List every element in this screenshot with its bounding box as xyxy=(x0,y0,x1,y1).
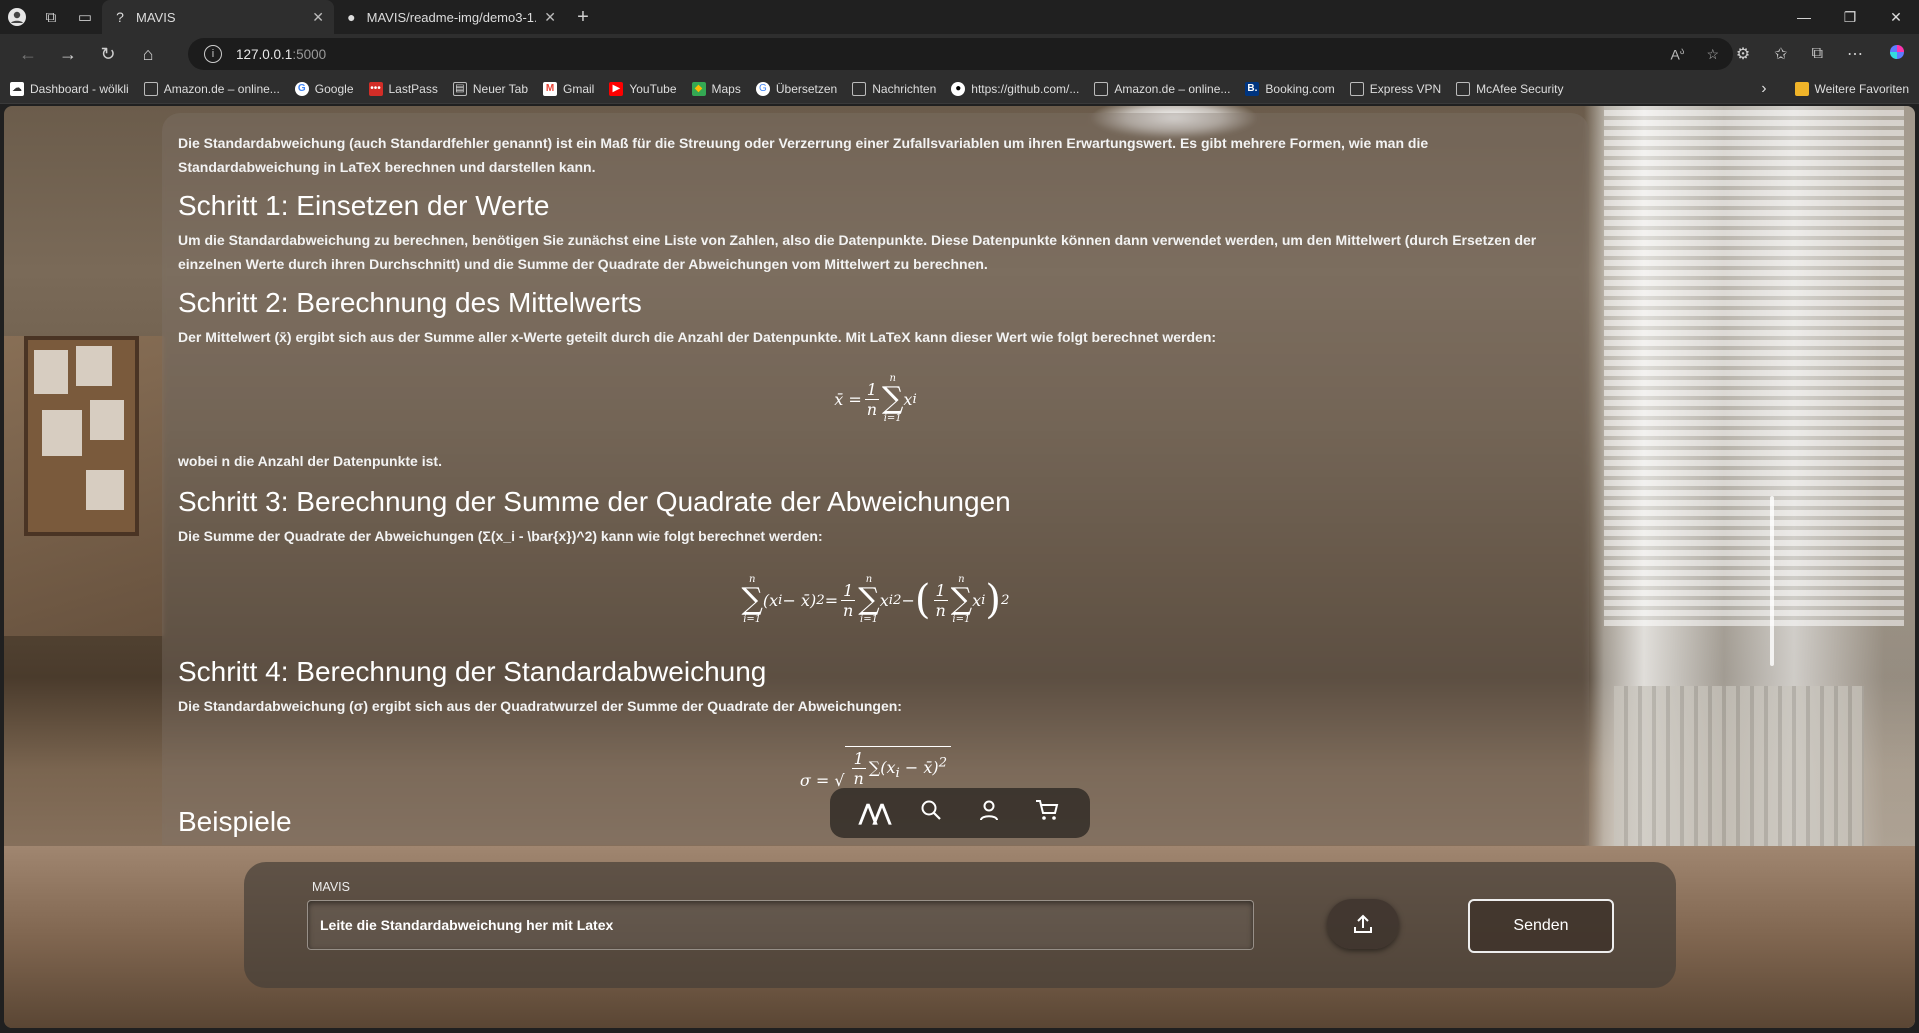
home-icon[interactable]: ⌂ xyxy=(128,34,168,74)
favorite-item[interactable]: Nachrichten xyxy=(852,81,936,96)
read-aloud-icon[interactable]: Aა xyxy=(1671,46,1685,63)
search-icon[interactable] xyxy=(913,799,949,827)
minimize-icon[interactable]: — xyxy=(1781,0,1827,34)
step2-heading: Schritt 2: Berechnung des Mittelwerts xyxy=(178,287,642,318)
copilot-icon[interactable] xyxy=(1887,42,1907,67)
intro-text: Die Standardabweichung (auch Standardfeh… xyxy=(178,135,1429,175)
reload-icon[interactable]: ↻ xyxy=(88,34,128,74)
favorites-icon[interactable]: ✩ xyxy=(1774,44,1787,64)
chevron-right-icon[interactable]: › xyxy=(1761,80,1766,98)
extensions-icon[interactable]: ⚙ xyxy=(1736,44,1750,64)
formula-sum-squares: n ∑ i=1 (x i − x̄) 2 = 1 n n ∑ i=1 x i 2 −(1 n n ∑ i=1 x i)… xyxy=(741,574,1010,625)
favorite-star-icon[interactable]: ☆ xyxy=(1706,46,1719,63)
scrollbar[interactable] xyxy=(1770,496,1774,666)
tab-actions-icon[interactable]: ▭ xyxy=(68,0,102,34)
favorite-item[interactable]: G Übersetzen xyxy=(755,81,837,96)
url-host: 127.0.0.1 xyxy=(236,46,293,62)
favorite-item[interactable]: B. Booking.com xyxy=(1245,81,1335,96)
step3-heading: Schritt 3: Berechnung der Summe der Quad… xyxy=(178,486,1011,517)
new-tab-icon[interactable]: + xyxy=(566,0,600,34)
profile-icon[interactable] xyxy=(0,0,34,34)
close-window-icon[interactable]: ✕ xyxy=(1873,0,1919,34)
workspaces-icon[interactable]: ⧉ xyxy=(34,0,68,34)
cart-icon[interactable] xyxy=(1029,799,1065,827)
input-label: MAVIS xyxy=(312,880,350,894)
favorite-item[interactable]: ☁ Dashboard - wölkli xyxy=(10,81,129,96)
url-port: :5000 xyxy=(292,46,327,62)
youtube-icon: ▶ xyxy=(609,81,624,96)
browser-toolbar: ← → ↻ ⌂ i 127.0.0.1:5000 Aა ☆ ⚙ ✩ ⧉ ⋯ xyxy=(0,34,1919,74)
upload-button[interactable] xyxy=(1327,899,1399,949)
step1-heading: Schritt 1: Einsetzen der Werte xyxy=(178,190,550,221)
step1-text: Um die Standardabweichung zu berechnen, … xyxy=(178,232,1537,272)
step4-heading: Schritt 4: Berechnung der Standardabweic… xyxy=(178,656,767,687)
background-window xyxy=(1604,106,1904,626)
mavis-logo-icon[interactable]: ⋀⋀ xyxy=(855,800,891,826)
github-icon: ● xyxy=(347,9,356,25)
upload-icon xyxy=(1354,914,1372,933)
favorite-item[interactable]: ▤ Neuer Tab xyxy=(452,81,528,96)
address-bar[interactable]: i 127.0.0.1:5000 Aა ☆ xyxy=(188,38,1733,70)
tab-bar: ⧉ ▭ ? MAVIS ✕ ● MAVIS/readme-img/demo3-1… xyxy=(0,0,1919,34)
more-icon[interactable]: ⋯ xyxy=(1847,44,1863,64)
question-icon: ? xyxy=(116,9,124,25)
google-icon: G xyxy=(294,81,309,96)
answer-panel: Die Standardabweichung (auch Standardfeh… xyxy=(162,113,1589,845)
newtab-icon: ▤ xyxy=(452,81,467,96)
favorite-item[interactable]: ◆ Maps xyxy=(691,81,741,96)
tab-github[interactable]: ● MAVIS/readme-img/demo3-1.pn ✕ xyxy=(334,0,566,34)
close-tab-icon[interactable]: ✕ xyxy=(304,9,324,26)
favorite-item[interactable]: ● https://github.com/... xyxy=(951,81,1079,96)
site-info-icon[interactable]: i xyxy=(204,45,222,63)
github-icon: ● xyxy=(951,81,966,96)
favorite-item[interactable]: M Gmail xyxy=(543,81,594,96)
chat-input-bar: MAVIS Leite die Standardabweichung her m… xyxy=(244,862,1676,988)
step2-text: Der Mittelwert (x̄) ergibt sich aus der … xyxy=(178,329,1217,345)
favorite-item[interactable]: Amazon.de – online... xyxy=(1094,81,1230,96)
more-favorites[interactable]: Weitere Favoriten xyxy=(1794,82,1909,96)
tab-mavis[interactable]: ? MAVIS ✕ xyxy=(102,0,334,34)
page-icon xyxy=(1094,81,1109,96)
step2-after-text: wobei n die Anzahl der Datenpunkte ist. xyxy=(178,453,442,469)
close-tab-icon[interactable]: ✕ xyxy=(536,9,556,26)
favorite-item[interactable]: ••• LastPass xyxy=(368,81,438,96)
folder-icon xyxy=(1794,82,1809,96)
step4-text: Die Standardabweichung (σ) ergibt sich a… xyxy=(178,698,902,714)
collections-icon[interactable]: ⧉ xyxy=(1812,45,1823,63)
forward-icon[interactable]: → xyxy=(48,34,88,74)
formula-mean: x̄ = 1 n n ∑ i=1 x i xyxy=(834,373,917,424)
gmail-icon: M xyxy=(543,81,558,96)
favorite-item[interactable]: ▶ YouTube xyxy=(609,81,677,96)
user-icon[interactable] xyxy=(971,799,1007,827)
page-icon xyxy=(143,81,158,96)
maps-icon: ◆ xyxy=(691,81,706,96)
page-icon xyxy=(1456,81,1471,96)
cloud-icon: ☁ xyxy=(10,81,24,96)
favorites-bar: ☁ Dashboard - wölkli Amazon.de – online..… xyxy=(0,74,1919,104)
dock-bar: ⋀⋀ xyxy=(830,788,1090,838)
background-pinboard xyxy=(24,336,139,536)
favorite-item[interactable]: McAfee Security xyxy=(1456,81,1564,96)
favorite-item[interactable]: Amazon.de – online... xyxy=(143,81,280,96)
back-icon[interactable]: ← xyxy=(8,34,48,74)
step3-text: Die Summe der Quadrate der Abweichungen … xyxy=(178,528,823,544)
formula-std-dev: σ = √ 1 n ∑(xi − x̄)2 xyxy=(178,730,1573,790)
restore-icon[interactable]: ❐ xyxy=(1827,0,1873,34)
page-icon xyxy=(852,81,867,96)
lastpass-icon: ••• xyxy=(368,81,383,96)
booking-icon: B. xyxy=(1245,81,1260,96)
page-icon xyxy=(1349,81,1364,96)
send-button[interactable]: Senden xyxy=(1468,899,1614,953)
translate-icon: G xyxy=(755,81,770,96)
favorite-item[interactable]: G Google xyxy=(294,81,354,96)
favorite-item[interactable]: Express VPN xyxy=(1349,81,1441,96)
prompt-input[interactable]: Leite die Standardabweichung her mit Lat… xyxy=(307,900,1254,950)
